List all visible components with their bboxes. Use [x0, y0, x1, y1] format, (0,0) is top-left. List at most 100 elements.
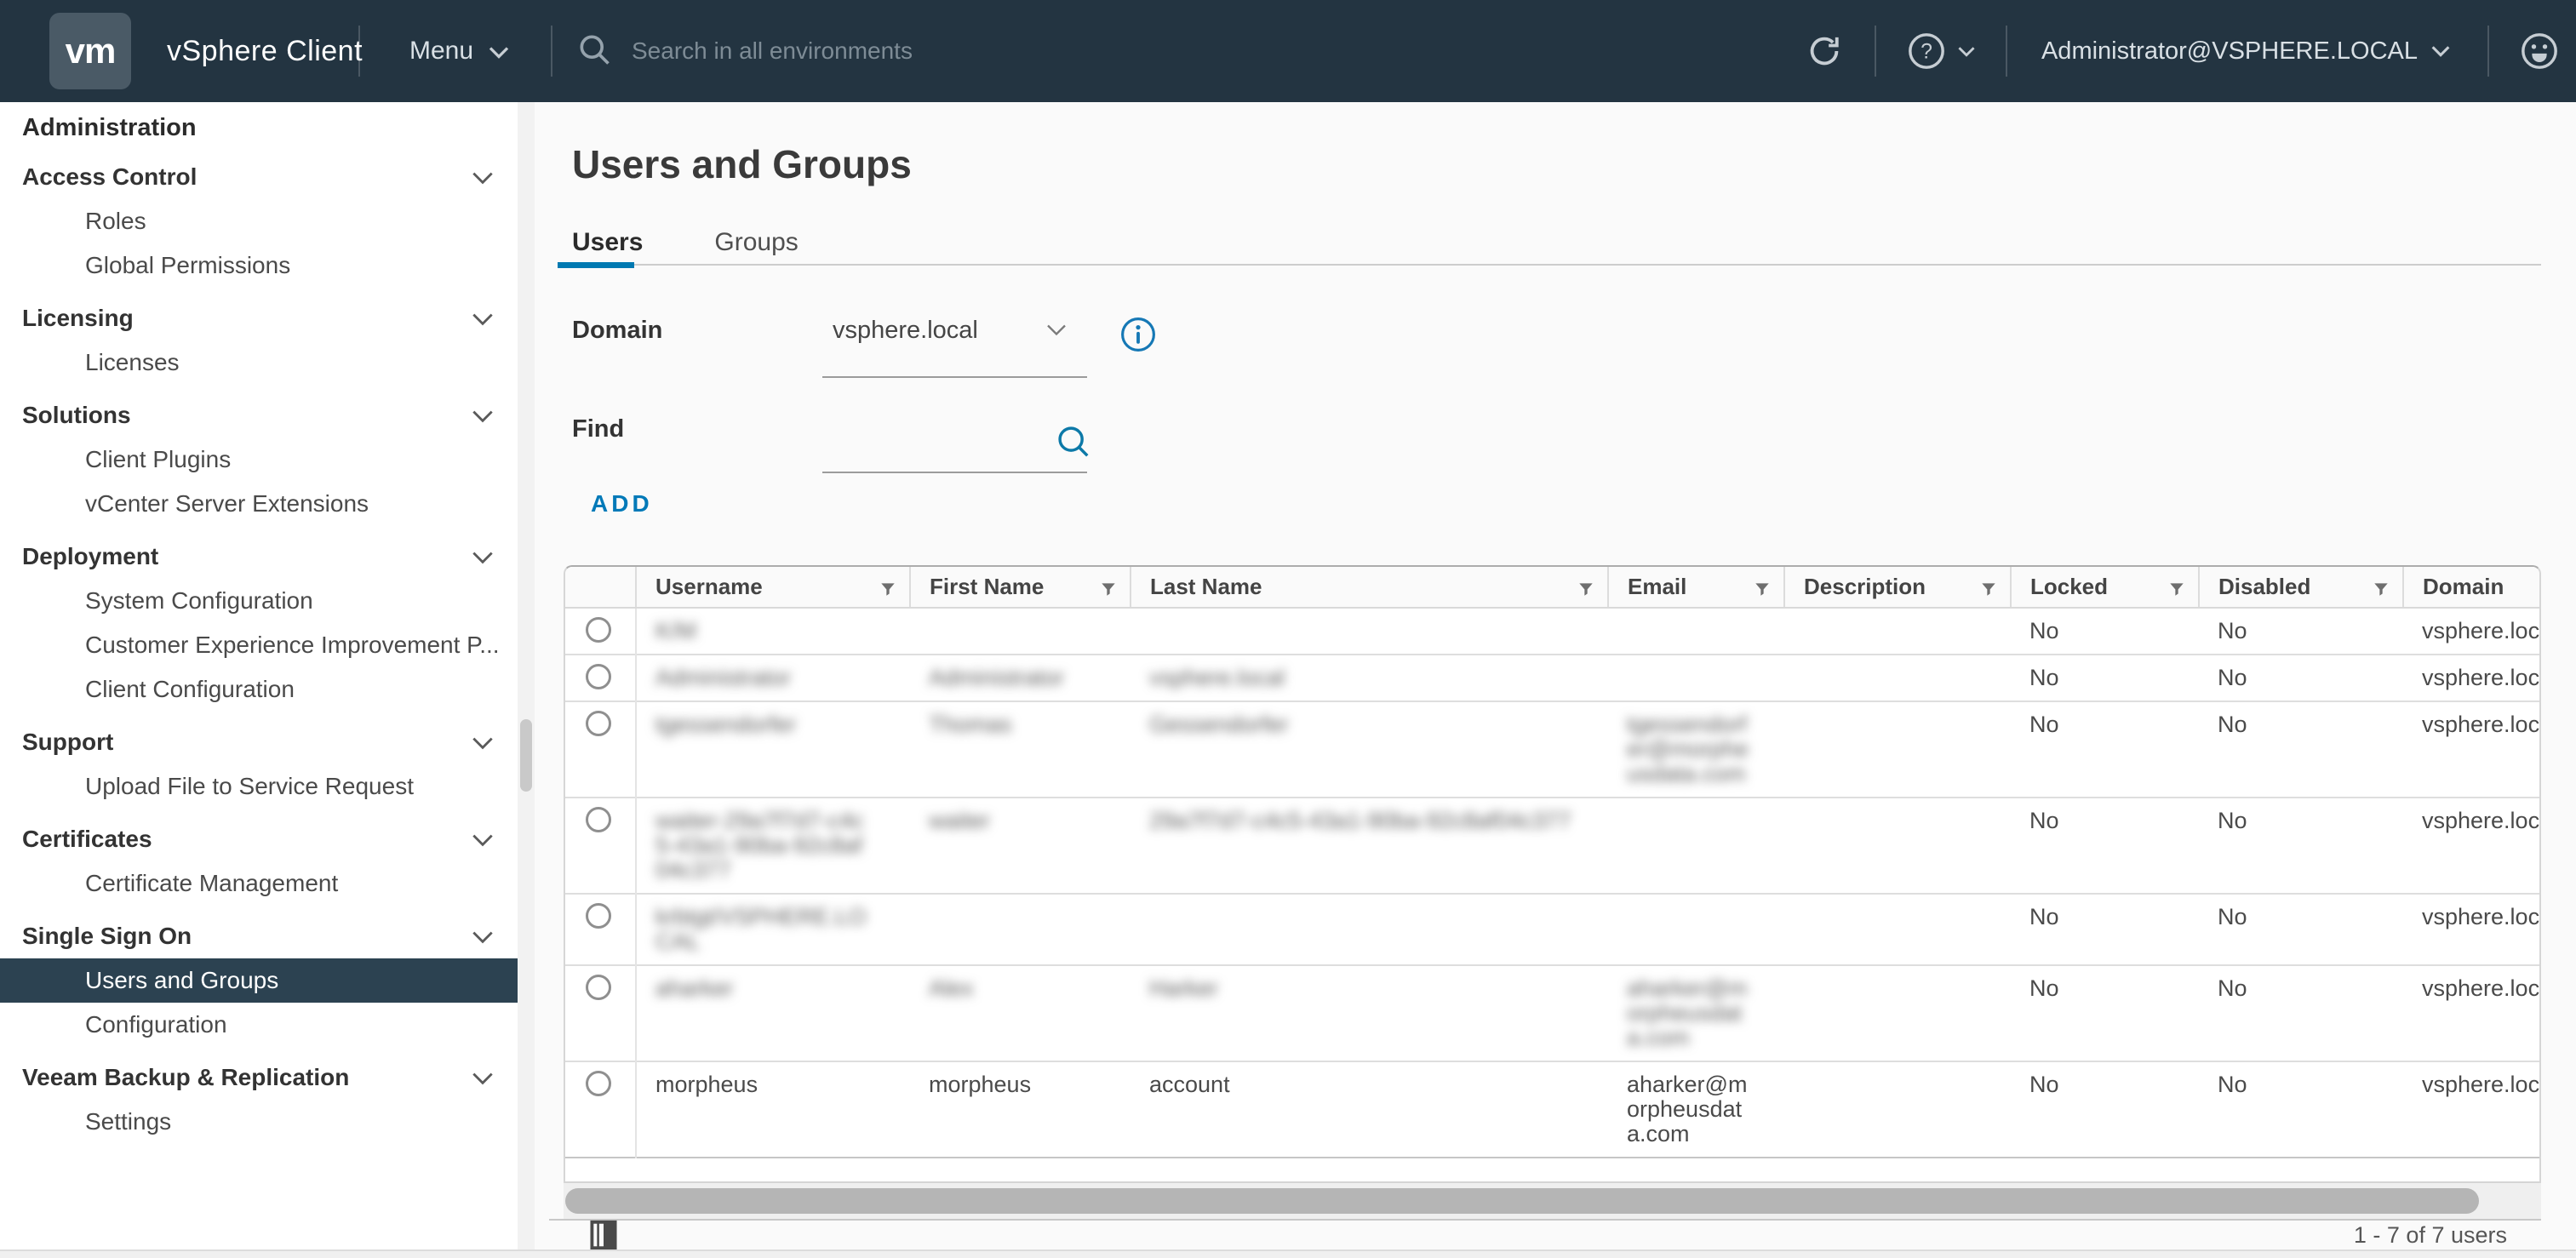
app-title: vSphere Client	[167, 0, 363, 102]
chevron-down-icon	[1046, 323, 1067, 340]
account-menu[interactable]: Administrator@VSPHERE.LOCAL	[2041, 37, 2450, 66]
sidebar-item-global-permissions[interactable]: Global Permissions	[0, 243, 518, 288]
column-header-first-name[interactable]: First Name	[910, 567, 1131, 608]
tab-bar: Users Groups	[572, 228, 799, 257]
sidebar-item-users-and-groups[interactable]: Users and Groups	[0, 958, 518, 1003]
filter-icon[interactable]	[2372, 578, 2390, 604]
menu-button[interactable]: Menu	[409, 0, 509, 102]
sidebar-scrollbar-thumb[interactable]	[520, 719, 532, 792]
domain-label: Domain	[572, 317, 662, 345]
vsphere-client-app: vm vSphere Client Menu ?	[0, 0, 2576, 1258]
table-header-row: Username First Name Last Name Email Desc…	[565, 567, 2539, 608]
sidebar-item-vcenter-server-extensions[interactable]: vCenter Server Extensions	[0, 482, 518, 526]
feedback-smiley-icon[interactable]	[2520, 31, 2559, 71]
table-row: aharker Alex Harker aharker@morpheusdata…	[565, 965, 2539, 1061]
filter-icon[interactable]	[1753, 578, 1772, 604]
table-row: tgessendorfer Thomas Gessendorfer tgesse…	[565, 701, 2539, 798]
column-header-email[interactable]: Email	[1608, 567, 1784, 608]
info-icon[interactable]	[1120, 317, 1156, 357]
domain-value: vsphere.local	[822, 317, 978, 344]
pagination-status: 1 - 7 of 7 users	[2354, 1222, 2507, 1249]
tab-users[interactable]: Users	[572, 228, 643, 257]
table-row: waiter-29a7f7d7-c4c5-43a1-90ba-92c8af04c…	[565, 798, 2539, 894]
filter-icon[interactable]	[2167, 578, 2186, 604]
sidebar-section-access-control[interactable]: Access Control	[0, 155, 518, 199]
search-icon	[575, 31, 613, 72]
sidebar-section-veeam[interactable]: Veeam Backup & Replication	[0, 1055, 518, 1100]
domain-underline	[822, 376, 1087, 378]
row-radio[interactable]	[586, 711, 611, 736]
page-title: Users and Groups	[572, 141, 912, 187]
window-bottom-strip	[0, 1249, 2576, 1258]
sidebar-item-upload-file[interactable]: Upload File to Service Request	[0, 764, 518, 809]
filter-icon[interactable]	[1577, 578, 1595, 604]
sidebar-item-licenses[interactable]: Licenses	[0, 340, 518, 385]
filter-icon[interactable]	[879, 578, 897, 604]
find-input[interactable]	[822, 412, 1044, 440]
row-radio[interactable]	[586, 807, 611, 832]
column-header-locked[interactable]: Locked	[2011, 567, 2199, 608]
main-content: Users and Groups Users Groups Domain vsp…	[535, 102, 2576, 1249]
table-row: K/M No No vsphere.loc	[565, 608, 2539, 655]
header-divider	[551, 26, 552, 77]
find-underline	[822, 472, 1087, 473]
svg-text:?: ?	[1921, 40, 1932, 64]
row-radio[interactable]	[586, 903, 611, 929]
sidebar-section-deployment[interactable]: Deployment	[0, 535, 518, 579]
column-header-disabled[interactable]: Disabled	[2199, 567, 2403, 608]
horizontal-scrollbar-thumb[interactable]	[565, 1188, 2479, 1214]
row-radio[interactable]	[586, 617, 611, 643]
help-menu[interactable]: ?	[1907, 31, 1975, 71]
column-header-last-name[interactable]: Last Name	[1131, 567, 1608, 608]
active-tab-underline	[558, 262, 634, 268]
column-header-description[interactable]: Description	[1784, 567, 2011, 608]
search-input[interactable]	[632, 37, 1108, 65]
filter-icon[interactable]	[1979, 578, 1998, 604]
sidebar-scrollbar[interactable]	[518, 102, 535, 1249]
row-radio[interactable]	[586, 1071, 611, 1096]
sidebar-section-support[interactable]: Support	[0, 720, 518, 764]
column-picker-icon[interactable]	[590, 1220, 617, 1250]
chevron-down-icon	[1958, 46, 1975, 57]
sidebar-item-configuration[interactable]: Configuration	[0, 1003, 518, 1047]
sidebar-section-single-sign-on[interactable]: Single Sign On	[0, 914, 518, 958]
grid-footer: 1 - 7 of 7 users	[549, 1219, 2541, 1249]
filter-icon[interactable]	[1099, 578, 1118, 604]
chevron-down-icon	[472, 826, 494, 853]
global-search	[575, 0, 1108, 102]
domain-select[interactable]: vsphere.local	[822, 317, 1087, 345]
sidebar-section-licensing[interactable]: Licensing	[0, 296, 518, 340]
chevron-down-icon	[472, 729, 494, 756]
sidebar-item-ceip[interactable]: Customer Experience Improvement P...	[0, 623, 518, 667]
chevron-down-icon	[472, 543, 494, 570]
chevron-down-icon	[472, 402, 494, 429]
tab-groups[interactable]: Groups	[714, 228, 798, 257]
sidebar-section-solutions[interactable]: Solutions	[0, 393, 518, 437]
app-header: vm vSphere Client Menu ?	[0, 0, 2576, 102]
column-header-domain[interactable]: Domain	[2403, 567, 2539, 608]
add-user-button[interactable]: ADD	[591, 490, 653, 517]
row-radio[interactable]	[586, 975, 611, 1000]
sidebar-item-certificate-management[interactable]: Certificate Management	[0, 861, 518, 906]
sidebar-section-certificates[interactable]: Certificates	[0, 817, 518, 861]
header-divider	[358, 26, 360, 77]
refresh-icon[interactable]	[1805, 31, 1844, 71]
header-divider	[2487, 26, 2489, 77]
find-search-icon[interactable]	[1054, 422, 1093, 466]
row-radio[interactable]	[586, 664, 611, 689]
account-name: Administrator@VSPHERE.LOCAL	[2041, 37, 2418, 66]
sidebar-item-roles[interactable]: Roles	[0, 199, 518, 243]
horizontal-scrollbar[interactable]	[564, 1181, 2541, 1219]
header-actions: ? Administrator@VSPHERE.LOCAL	[1805, 0, 2576, 102]
sidebar-title: Administration	[0, 102, 518, 146]
column-header-username[interactable]: Username	[636, 567, 910, 608]
sidebar-item-client-configuration[interactable]: Client Configuration	[0, 667, 518, 712]
sidebar-item-settings[interactable]: Settings	[0, 1100, 518, 1144]
vmware-logo: vm	[49, 13, 131, 89]
sidebar-item-client-plugins[interactable]: Client Plugins	[0, 437, 518, 482]
table-row: Administrator Administrator vsphere.loca…	[565, 655, 2539, 701]
sidebar-item-system-configuration[interactable]: System Configuration	[0, 579, 518, 623]
table-row: morpheus morpheus account aharker@morphe…	[565, 1061, 2539, 1158]
chevron-down-icon	[489, 37, 509, 66]
tab-divider	[558, 264, 2541, 266]
